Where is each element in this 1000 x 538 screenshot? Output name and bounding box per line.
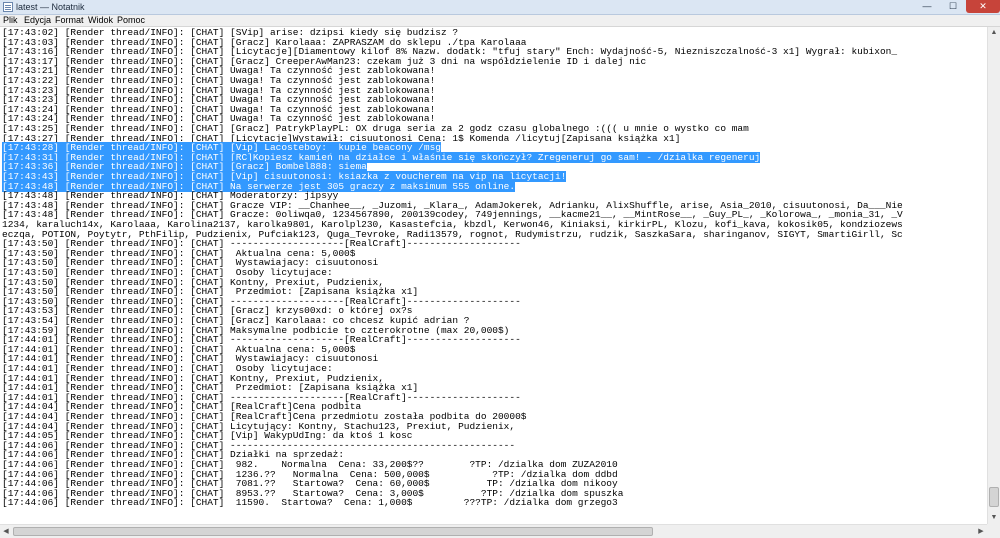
text-editor-area[interactable]: [17:43:02] [Render thread/INFO]: [CHAT] … (0, 27, 987, 524)
title-bar: latest — Notatnik — ☐ ✕ (0, 0, 1000, 15)
menu-edit[interactable]: Edycja (24, 15, 51, 26)
close-button[interactable]: ✕ (966, 0, 1000, 13)
menu-file[interactable]: Plik (3, 15, 18, 26)
minimize-button[interactable]: — (914, 0, 940, 13)
maximize-button[interactable]: ☐ (940, 0, 966, 13)
scroll-left-arrow-icon[interactable]: ◀ (0, 525, 12, 538)
log-line-text: [17:44:06] [Render thread/INFO]: [CHAT] … (2, 497, 618, 509)
window-title: latest — Notatnik (16, 2, 85, 12)
menu-help[interactable]: Pomoc (117, 15, 145, 26)
menu-format[interactable]: Format (55, 15, 84, 26)
vertical-scrollbar[interactable]: ▲ ▼ (987, 27, 1000, 524)
notepad-icon (3, 2, 13, 12)
menu-view[interactable]: Widok (88, 15, 113, 26)
menu-bar: Plik Edycja Format Widok Pomoc (0, 15, 1000, 27)
scroll-right-arrow-icon[interactable]: ▶ (975, 525, 987, 538)
scroll-up-arrow-icon[interactable]: ▲ (988, 27, 1000, 39)
horizontal-scroll-thumb[interactable] (13, 527, 653, 536)
scroll-down-arrow-icon[interactable]: ▼ (988, 512, 1000, 524)
vertical-scroll-thumb[interactable] (989, 487, 999, 507)
size-grip[interactable] (987, 524, 1000, 538)
horizontal-scrollbar[interactable]: ◀ ▶ (0, 524, 987, 538)
log-line: [17:44:06] [Render thread/INFO]: [CHAT] … (2, 498, 618, 508)
